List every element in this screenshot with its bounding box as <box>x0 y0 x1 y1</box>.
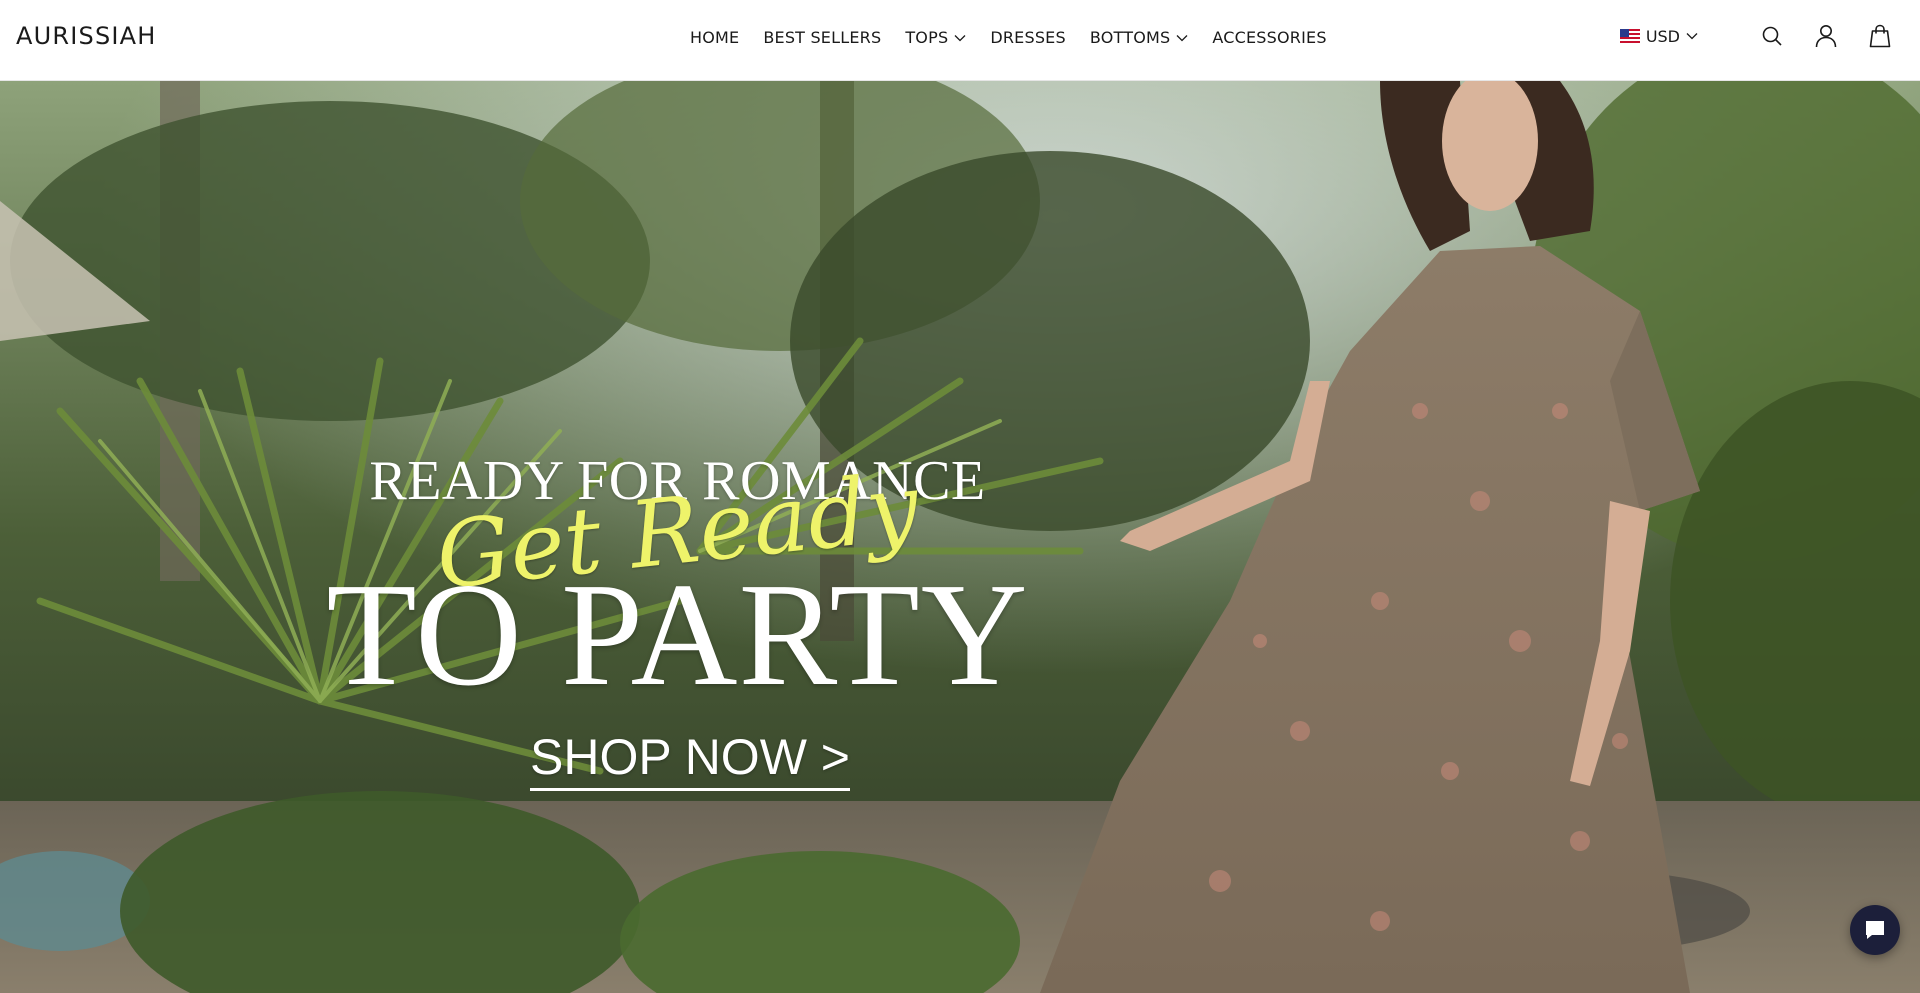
hero-headline-main: TO PARTY <box>326 553 1029 717</box>
search-icon[interactable] <box>1760 24 1784 48</box>
currency-label: USD <box>1645 26 1680 46</box>
site-logo[interactable]: AURISSIAH <box>16 22 157 50</box>
shopping-bag-icon[interactable] <box>1868 24 1892 48</box>
nav-item-tops[interactable]: TOPS <box>905 28 966 47</box>
nav-item-label: ACCESSORIES <box>1212 28 1327 47</box>
nav-item-label: BEST SELLERS <box>763 28 882 47</box>
user-icon[interactable] <box>1814 24 1838 48</box>
site-header: AURISSIAH HOME BEST SELLERS TOPS DRESSES… <box>0 0 1920 81</box>
nav-item-home[interactable]: HOME <box>690 28 739 47</box>
nav-item-best-sellers[interactable]: BEST SELLERS <box>763 28 881 47</box>
nav-item-bottoms[interactable]: BOTTOMS <box>1090 28 1189 47</box>
chevron-down-icon <box>954 34 966 41</box>
currency-selector[interactable]: USD <box>1619 26 1698 46</box>
nav-item-accessories[interactable]: ACCESSORIES <box>1212 28 1326 47</box>
nav-item-label: TOPS <box>905 28 949 47</box>
nav-item-label: DRESSES <box>990 28 1066 47</box>
chat-bubble-icon <box>1866 921 1884 939</box>
nav-item-label: BOTTOMS <box>1089 28 1171 47</box>
shop-now-button[interactable]: SHOP NOW > <box>530 732 850 791</box>
chat-button[interactable] <box>1850 905 1900 955</box>
chevron-down-icon <box>1176 34 1188 41</box>
nav-item-dresses[interactable]: DRESSES <box>990 28 1066 47</box>
chevron-down-icon <box>1686 33 1698 40</box>
hero-banner[interactable]: READY FOR ROMANCE Get Ready TO PARTY SHO… <box>0 81 1920 993</box>
header-actions: USD <box>1619 24 1892 48</box>
nav-item-label: HOME <box>690 28 740 47</box>
us-flag-icon <box>1619 29 1640 43</box>
main-nav: HOME BEST SELLERS TOPS DRESSES BOTTOMS A… <box>690 28 1327 47</box>
